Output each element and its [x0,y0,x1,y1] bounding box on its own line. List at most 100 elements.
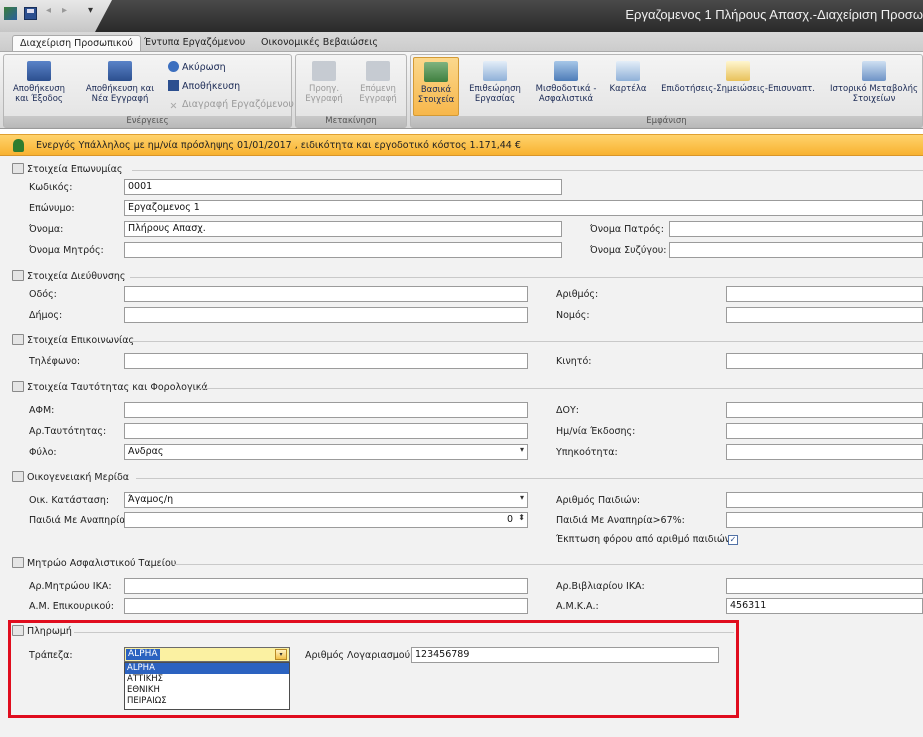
id-card-icon [12,381,24,392]
family-icon [12,471,24,482]
gender-select[interactable]: Ανδρας ▾ [124,444,528,460]
spinner-icon[interactable]: ⬍ [518,513,525,522]
mobile-field[interactable] [726,353,923,369]
save-new-icon [108,61,132,81]
street-number-label: Αριθμός: [556,289,599,300]
change-history-button[interactable]: Ιστορικό Μεταβολής Στοιχείων [825,61,923,104]
surname-field[interactable]: Εργαζομενος 1 [124,200,923,216]
disabled67-field[interactable] [726,512,923,528]
register-icon [12,557,24,568]
section-insurance: Μητρώο Ασφαλιστικού Ταμείου [12,557,176,571]
next-icon [366,61,390,81]
ika-number-field[interactable] [124,578,528,594]
previous-record-button[interactable]: Προηγ. Εγγραφή [300,61,348,104]
user-icon [13,139,24,152]
save-new-button[interactable]: Αποθήκευση και Νέα Εγγραφή [78,61,162,104]
basic-info-button[interactable]: Βασικά Στοιχεία [413,57,459,116]
disabled-children-spinner[interactable]: 0 ⬍ [124,512,528,528]
cancel-icon [168,61,179,72]
code-field[interactable]: 0001 [124,179,562,195]
tab-personnel[interactable]: Διαχείριση Προσωπικού [12,35,141,52]
mother-name-label: Όνομα Μητρός: [29,245,104,256]
payroll-icon [554,61,578,81]
municipality-field[interactable] [124,307,528,323]
payroll-insurance-button[interactable]: Μισθοδοτικά - Ασφαλιστικά [531,61,601,104]
mobile-label: Κινητό: [556,356,592,367]
marital-status-select[interactable]: Άγαμος/η ▾ [124,492,528,508]
ika-booklet-label: Αρ.Βιβλιαρίου ΙΚΑ: [556,581,645,592]
street-label: Οδός: [29,289,57,300]
group-label-actions: Ενέργειες [4,116,291,127]
divider [174,564,923,565]
amka-field[interactable]: 456311 [726,598,923,614]
nationality-field[interactable] [726,444,923,460]
people-icon [424,62,448,82]
aux-number-field[interactable] [124,598,528,614]
quick-access-toolbar: ◂ ▸ ▾ [0,0,112,32]
disabled-children-value: 0 [506,514,513,525]
doy-field[interactable] [726,402,923,418]
ika-booklet-field[interactable] [726,578,923,594]
id-number-field[interactable] [124,423,528,439]
qat-menu-icon[interactable]: ▾ [88,5,93,16]
disabled67-label: Παιδιά Με Αναπηρία>67%: [556,515,685,526]
app-icon[interactable] [4,7,17,20]
work-review-button[interactable]: Επιθεώρηση Εργασίας [465,61,525,104]
children-count-label: Αριθμός Παιδιών: [556,495,641,506]
history-icon [862,61,886,81]
divider [130,341,923,342]
save-exit-button[interactable]: Αποθήκευση και Έξοδος [3,61,75,104]
next-record-button[interactable]: Επόμενη Εγγραφή [352,61,404,104]
marital-status-value: Άγαμος/η [128,494,174,505]
card-button[interactable]: Καρτέλα [605,61,651,94]
ribbon: Αποθήκευση και Έξοδος Αποθήκευση και Νέα… [0,51,923,129]
phone-field[interactable] [124,353,528,369]
prefecture-field[interactable] [726,307,923,323]
spouse-name-field[interactable] [669,242,923,258]
save-button[interactable]: Αποθήκευση [168,80,240,92]
phone-icon [12,334,24,345]
previous-icon [312,61,336,81]
divider [136,478,923,479]
window-title: Εργαζομενος 1 Πλήρους Απασχ.-Διαχείριση … [625,7,923,22]
disabled-children-label: Παιδιά Με Αναπηρία: [29,515,129,526]
save-icon [168,80,179,91]
mother-name-field[interactable] [124,242,562,258]
qat-undo-icon[interactable]: ◂ [46,5,51,16]
section-contact: Στοιχεία Επικοινωνίας [12,334,134,348]
ika-number-label: Αρ.Μητρώου ΙΚΑ: [29,581,112,592]
group-label-view: Εμφάνιση [411,116,922,127]
allowances-notes-button[interactable]: Επιδοτήσεις-Σημειώσεις-Επισυναπτ. [657,61,819,94]
cancel-button[interactable]: Ακύρωση [168,61,226,73]
father-name-field[interactable] [669,221,923,237]
issue-date-field[interactable] [726,423,923,439]
municipality-label: Δήμος: [29,310,63,321]
street-number-field[interactable] [726,286,923,302]
id-card-icon [12,163,24,174]
calendar-icon [483,61,507,81]
issue-date-label: Ημ/νία Έκδοσης: [556,426,636,437]
tax-discount-checkbox[interactable]: ✓ [728,535,738,545]
ribbon-tab-bar: Διαχείριση Προσωπικού Έντυπα Εργαζόμενου… [0,32,923,52]
group-actions: Αποθήκευση και Έξοδος Αποθήκευση και Νέα… [3,54,294,128]
children-count-field[interactable] [726,492,923,508]
group-label-navigation: Μετακίνηση [296,116,406,127]
tab-financial-certificates[interactable]: Οικονομικές Βεβαιώσεις [254,35,385,52]
section-identity-tax: Στοιχεία Ταυτότητας και Φορολογικά [12,381,208,395]
firstname-field[interactable]: Πλήρους Απασχ. [124,221,562,237]
tax-discount-label: Έκπτωση φόρου από αριθμό παιδιών [556,534,731,545]
tab-employee-forms[interactable]: Έντυπα Εργαζόμενου [137,35,252,52]
delete-employee-button[interactable]: ✕ Διαγραφή Εργαζόμενου [168,99,294,112]
qat-save-icon[interactable] [24,7,37,20]
afm-label: ΑΦΜ: [29,405,55,416]
afm-field[interactable] [124,402,528,418]
divider [130,277,923,278]
section-family: Οικογενειακή Μερίδα [12,471,129,485]
save-exit-icon [27,61,51,81]
marital-status-label: Οικ. Κατάσταση: [29,495,110,506]
card-icon [616,61,640,81]
divider [198,388,923,389]
street-field[interactable] [124,286,528,302]
qat-redo-icon[interactable]: ▸ [62,5,67,16]
notes-icon [726,61,750,81]
